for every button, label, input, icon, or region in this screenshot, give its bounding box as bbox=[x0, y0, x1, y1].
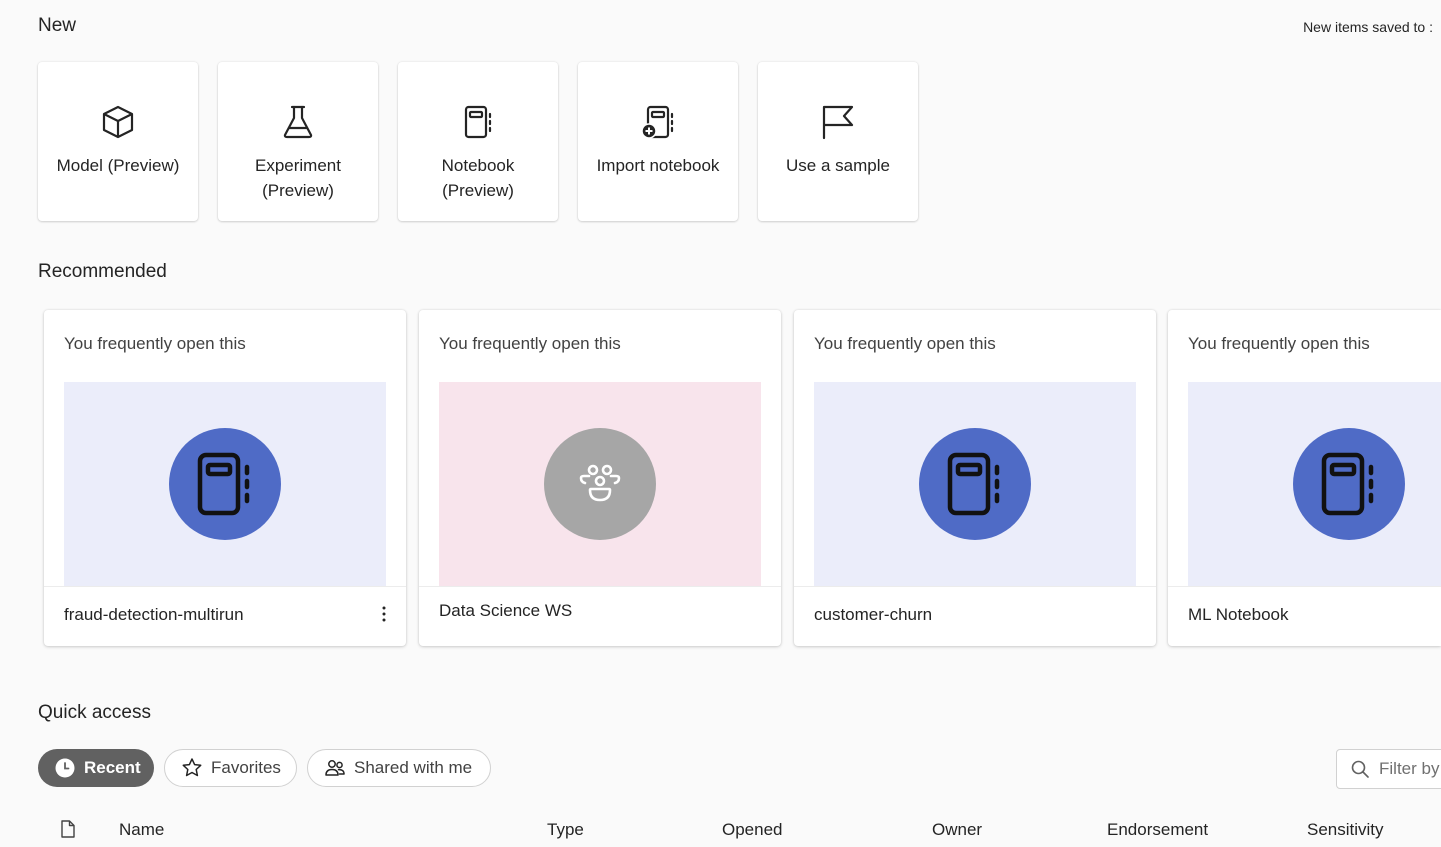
notebook-icon bbox=[919, 428, 1031, 540]
quick-access-section-title: Quick access bbox=[38, 702, 151, 723]
tab-recent[interactable]: Recent bbox=[38, 749, 154, 787]
recommended-card-fraud-detection[interactable]: You frequently open this fraud-detection… bbox=[44, 310, 406, 646]
recommended-card-name: customer-churn bbox=[814, 605, 933, 624]
workspace-people-icon bbox=[544, 428, 656, 540]
recommended-section-title: Recommended bbox=[38, 261, 167, 282]
recommended-card-subtitle: You frequently open this bbox=[439, 334, 621, 353]
people-icon bbox=[324, 757, 346, 779]
flag-icon bbox=[818, 102, 858, 142]
new-model-label: Model (Preview) bbox=[56, 156, 180, 175]
column-header-sensitivity[interactable]: Sensitivity bbox=[1307, 820, 1384, 840]
page-root: New New items saved to : Model (Preview)… bbox=[0, 0, 1441, 847]
saved-to-label: New items saved to : bbox=[1303, 19, 1433, 35]
new-section-title: New bbox=[38, 15, 77, 36]
import-notebook-card[interactable]: Import notebook bbox=[578, 62, 738, 221]
column-header-type[interactable]: Type bbox=[547, 820, 584, 840]
notebook-icon bbox=[1293, 428, 1405, 540]
tab-recent-label: Recent bbox=[84, 758, 141, 777]
recommended-card-subtitle: You frequently open this bbox=[1188, 334, 1370, 353]
star-icon bbox=[181, 757, 203, 779]
filter-input[interactable] bbox=[1377, 758, 1441, 780]
recommended-card-name: fraud-detection-multirun bbox=[64, 605, 244, 624]
column-header-opened[interactable]: Opened bbox=[722, 820, 783, 840]
notebook-icon bbox=[458, 102, 498, 142]
recommended-card-thumbnail bbox=[814, 382, 1136, 586]
import-notebook-label: Import notebook bbox=[596, 156, 720, 175]
tab-shared-label: Shared with me bbox=[354, 758, 473, 777]
recommended-card-subtitle: You frequently open this bbox=[814, 334, 996, 353]
use-sample-label: Use a sample bbox=[786, 156, 890, 175]
recommended-card-customer-churn[interactable]: You frequently open this customer-churn bbox=[794, 310, 1156, 646]
tab-shared-with-me[interactable]: Shared with me bbox=[307, 749, 491, 787]
card-divider bbox=[794, 586, 1156, 587]
card-divider bbox=[44, 586, 406, 587]
import-notebook-icon bbox=[638, 102, 678, 142]
tab-favorites[interactable]: Favorites bbox=[164, 749, 297, 787]
tab-favorites-label: Favorites bbox=[211, 758, 281, 777]
card-divider bbox=[419, 586, 781, 587]
recommended-card-thumbnail bbox=[1188, 382, 1441, 586]
recommended-card-thumbnail bbox=[64, 382, 386, 586]
recommended-card-ml-notebook[interactable]: You frequently open this ML Notebook bbox=[1168, 310, 1441, 646]
recommended-card-name: ML Notebook bbox=[1188, 605, 1289, 624]
new-notebook-card[interactable]: Notebook (Preview) bbox=[398, 62, 558, 221]
cube-icon bbox=[98, 102, 138, 142]
flask-icon bbox=[278, 102, 318, 142]
card-divider bbox=[1168, 586, 1441, 587]
new-model-card[interactable]: Model (Preview) bbox=[38, 62, 198, 221]
clock-icon bbox=[54, 757, 76, 779]
new-notebook-label: Notebook (Preview) bbox=[441, 156, 515, 200]
new-experiment-card[interactable]: Experiment (Preview) bbox=[218, 62, 378, 221]
use-sample-card[interactable]: Use a sample bbox=[758, 62, 918, 221]
column-header-endorsement[interactable]: Endorsement bbox=[1107, 820, 1208, 840]
search-icon bbox=[1351, 760, 1369, 778]
more-options-icon[interactable] bbox=[376, 604, 392, 624]
column-header-name[interactable]: Name bbox=[119, 820, 164, 840]
recommended-card-data-science-ws[interactable]: You frequently open this Data Science WS bbox=[419, 310, 781, 646]
recommended-card-thumbnail bbox=[439, 382, 761, 586]
notebook-icon bbox=[169, 428, 281, 540]
recommended-card-name: Data Science WS bbox=[439, 601, 573, 620]
filter-search-box[interactable] bbox=[1336, 749, 1441, 789]
recommended-card-subtitle: You frequently open this bbox=[64, 334, 246, 353]
new-experiment-label: Experiment (Preview) bbox=[255, 156, 341, 200]
column-header-owner[interactable]: Owner bbox=[932, 820, 982, 840]
file-type-icon bbox=[61, 820, 75, 843]
